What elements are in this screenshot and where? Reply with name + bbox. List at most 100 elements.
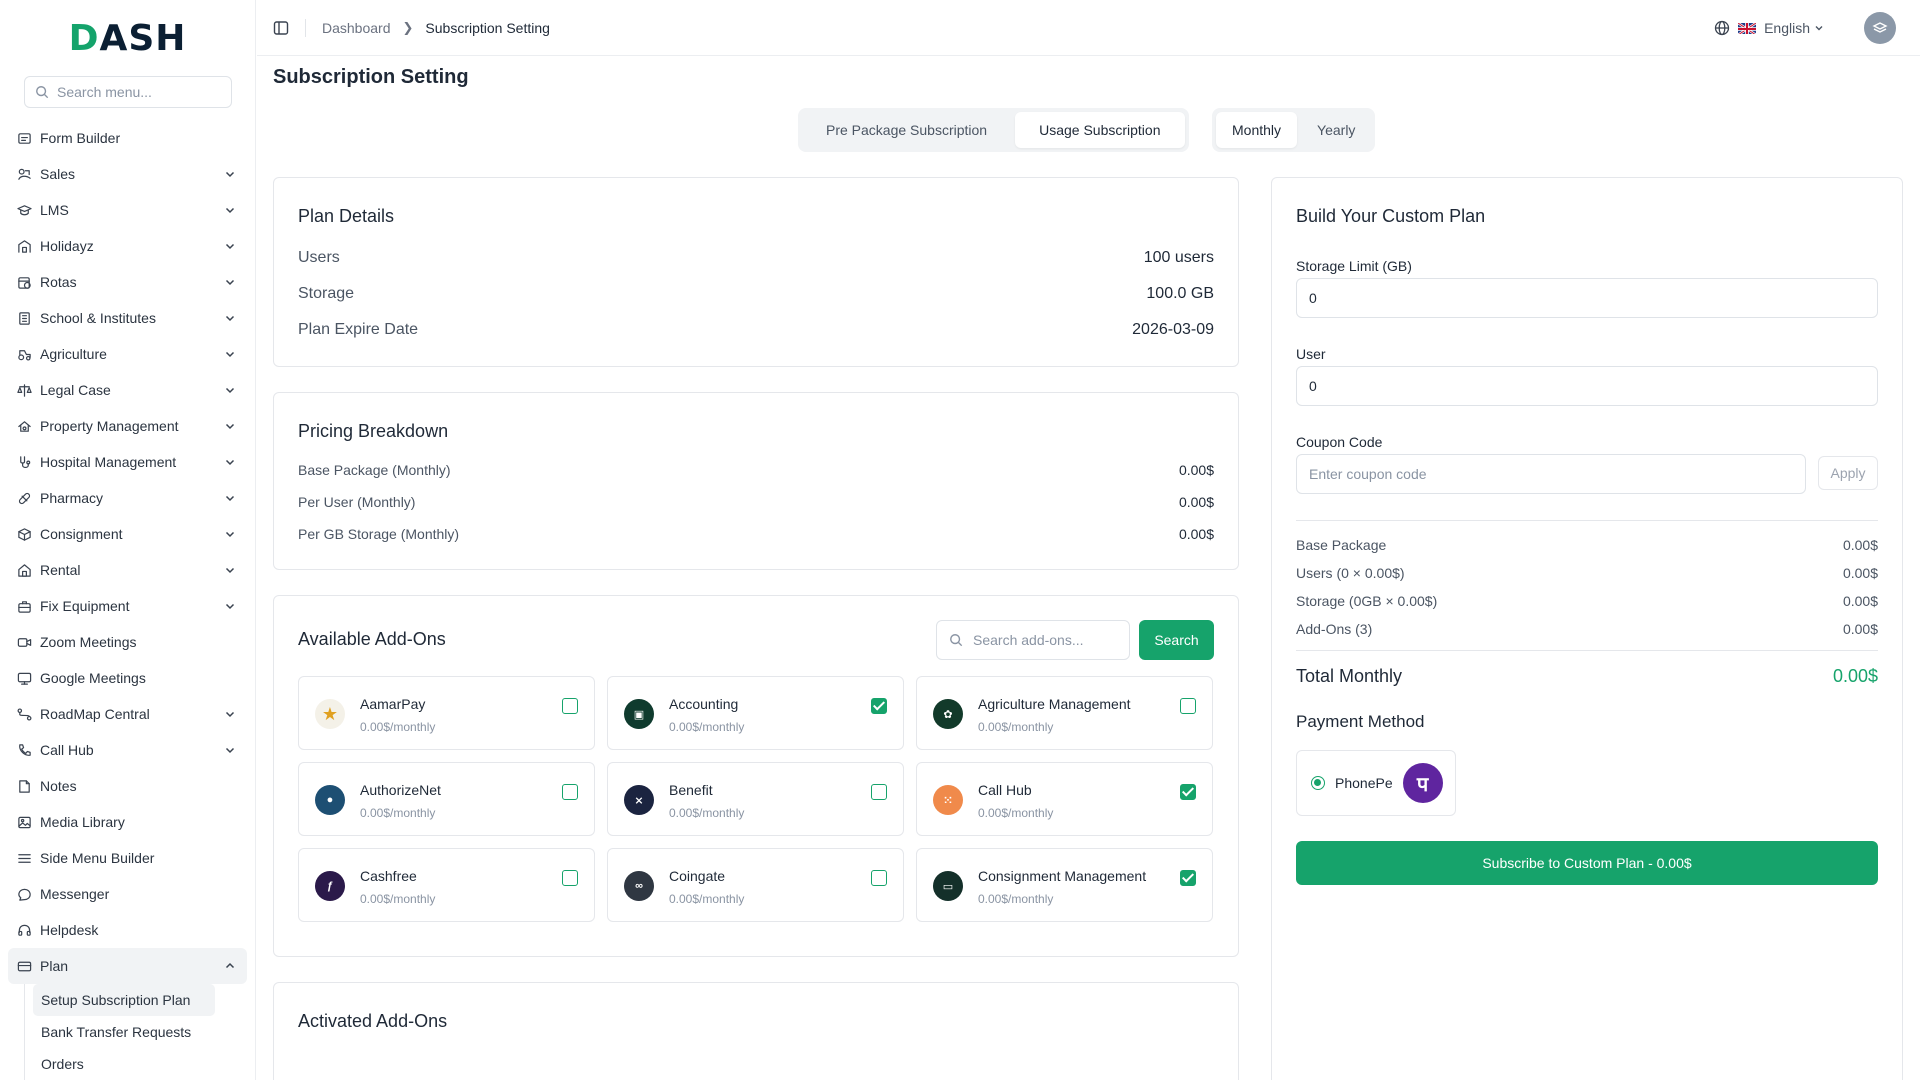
- plan-subitem-setup-subscription-plan[interactable]: Setup Subscription Plan: [33, 984, 215, 1016]
- addon-checkbox[interactable]: [1180, 698, 1196, 714]
- addon-search-button[interactable]: Search: [1139, 620, 1214, 660]
- addon-checkbox[interactable]: [871, 870, 887, 886]
- addon-price: 0.00$/monthly: [978, 892, 1054, 906]
- topbar: Dashboard ❯ Subscription Setting English: [257, 0, 1920, 56]
- sidebar-item-side-menu-builder[interactable]: Side Menu Builder: [8, 840, 247, 876]
- sidebar-item-label: Holidayz: [40, 238, 94, 254]
- language-label: English: [1764, 20, 1810, 36]
- chevron-down-icon[interactable]: [223, 455, 237, 469]
- user-input[interactable]: 0: [1296, 366, 1878, 406]
- sidebar-item-holidayz[interactable]: Holidayz: [8, 228, 247, 264]
- logo[interactable]: DASH: [0, 0, 255, 76]
- tab-monthly[interactable]: Monthly: [1216, 112, 1298, 148]
- chevron-down-icon[interactable]: [223, 563, 237, 577]
- chevron-down-icon[interactable]: [223, 707, 237, 721]
- roadmap-icon: [16, 706, 32, 722]
- plan-row-label: Users: [298, 249, 340, 266]
- addon-card[interactable]: ∞ Coingate 0.00$/monthly: [607, 848, 904, 922]
- chevron-down-icon[interactable]: [223, 383, 237, 397]
- addon-checkbox[interactable]: [871, 784, 887, 800]
- sidebar-item-rental[interactable]: Rental: [8, 552, 247, 588]
- sidebar-item-legal-case[interactable]: Legal Case: [8, 372, 247, 408]
- coupon-code-input[interactable]: Enter coupon code: [1296, 454, 1806, 494]
- addon-price: 0.00$/monthly: [978, 720, 1054, 734]
- addon-checkbox[interactable]: [1180, 784, 1196, 800]
- sidebar-item-agriculture[interactable]: Agriculture: [8, 336, 247, 372]
- sidebar-item-zoom-meetings[interactable]: Zoom Meetings: [8, 624, 247, 660]
- addon-price: 0.00$/monthly: [360, 806, 436, 820]
- chevron-down-icon[interactable]: [223, 239, 237, 253]
- chevron-down-icon[interactable]: [223, 347, 237, 361]
- tab-usage[interactable]: Usage Subscription: [1015, 112, 1185, 148]
- addon-card[interactable]: ƒ Cashfree 0.00$/monthly: [298, 848, 595, 922]
- sidebar-item-form-builder[interactable]: Form Builder: [8, 120, 247, 156]
- chevron-down-icon[interactable]: [223, 743, 237, 757]
- summary-row: Storage (0GB × 0.00$) 0.00$: [1296, 593, 1878, 609]
- sidebar-item-consignment[interactable]: Consignment: [8, 516, 247, 552]
- payment-radio[interactable]: [1311, 776, 1325, 790]
- plan-subitem-orders[interactable]: Orders: [33, 1048, 255, 1080]
- tab-yearly[interactable]: Yearly: [1301, 112, 1371, 148]
- chevron-down-icon[interactable]: [223, 599, 237, 613]
- addon-checkbox[interactable]: [562, 698, 578, 714]
- sidebar-item-pharmacy[interactable]: Pharmacy: [8, 480, 247, 516]
- addon-checkbox[interactable]: [871, 698, 887, 714]
- chevron-down-icon[interactable]: [223, 527, 237, 541]
- plan-row-storage: Storage 100.0 GB: [298, 285, 1214, 303]
- addon-search-input[interactable]: Search add-ons...: [936, 620, 1130, 660]
- addon-checkbox[interactable]: [562, 870, 578, 886]
- sidebar-search-input[interactable]: Search menu...: [24, 76, 232, 108]
- sidebar-item-rotas[interactable]: Rotas: [8, 264, 247, 300]
- tractor-icon: [16, 346, 32, 362]
- sidebar-item-google-meetings[interactable]: Google Meetings: [8, 660, 247, 696]
- sidebar-item-roadmap-central[interactable]: RoadMap Central: [8, 696, 247, 732]
- breadcrumb-current: Subscription Setting: [425, 19, 550, 36]
- addon-logo-icon: ▭: [933, 871, 963, 901]
- chevron-down-icon[interactable]: [223, 203, 237, 217]
- addon-card[interactable]: ● AuthorizeNet 0.00$/monthly: [298, 762, 595, 836]
- sidebar-item-hospital-management[interactable]: Hospital Management: [8, 444, 247, 480]
- addon-card[interactable]: ⨯ Benefit 0.00$/monthly: [607, 762, 904, 836]
- plan-subitem-bank-transfer-requests[interactable]: Bank Transfer Requests: [33, 1016, 255, 1048]
- plan-submenu: Setup Subscription Plan Bank Transfer Req…: [24, 984, 255, 1080]
- storage-limit-input[interactable]: 0: [1296, 278, 1878, 318]
- addon-card[interactable]: ▭ Consignment Management 0.00$/monthly: [916, 848, 1213, 922]
- sidebar-item-helpdesk[interactable]: Helpdesk: [8, 912, 247, 948]
- addon-logo-icon: ✿: [933, 699, 963, 729]
- sidebar-item-call-hub[interactable]: Call Hub: [8, 732, 247, 768]
- sidebar-item-school-institutes[interactable]: School & Institutes: [8, 300, 247, 336]
- tab-pre-package[interactable]: Pre Package Subscription: [802, 112, 1011, 148]
- chevron-down-icon[interactable]: [223, 275, 237, 289]
- sidebar-item-media-library[interactable]: Media Library: [8, 804, 247, 840]
- user-avatar[interactable]: [1864, 12, 1896, 44]
- sidebar-item-notes[interactable]: Notes: [8, 768, 247, 804]
- chevron-down-icon[interactable]: [223, 167, 237, 181]
- addon-search-placeholder: Search add-ons...: [973, 632, 1084, 648]
- addon-card[interactable]: ▣ Accounting 0.00$/monthly: [607, 676, 904, 750]
- language-selector[interactable]: English: [1764, 20, 1824, 36]
- sidebar-item-label: Hospital Management: [40, 454, 177, 470]
- sidebar-item-property-management[interactable]: Property Management: [8, 408, 247, 444]
- chevron-down-icon[interactable]: [223, 491, 237, 505]
- sidebar-item-sales[interactable]: Sales: [8, 156, 247, 192]
- sidebar-item-plan[interactable]: Plan: [8, 948, 247, 984]
- chevron-down-icon[interactable]: [223, 311, 237, 325]
- sidebar-toggle-icon[interactable]: [273, 20, 289, 36]
- addon-card[interactable]: ⁙ Call Hub 0.00$/monthly: [916, 762, 1213, 836]
- sidebar-menu: Form Builder Sales LMS Holidayz Rotas School …: [0, 120, 255, 984]
- addon-checkbox[interactable]: [1180, 870, 1196, 886]
- payment-option-phonepe[interactable]: PhonePe प: [1296, 750, 1456, 816]
- addon-checkbox[interactable]: [562, 784, 578, 800]
- chevron-up-icon[interactable]: [223, 959, 237, 973]
- breadcrumb-dashboard[interactable]: Dashboard: [322, 20, 391, 36]
- sidebar-item-messenger[interactable]: Messenger: [8, 876, 247, 912]
- addon-card[interactable]: ✿ Agriculture Management 0.00$/monthly: [916, 676, 1213, 750]
- sidebar-item-fix-equipment[interactable]: Fix Equipment: [8, 588, 247, 624]
- summary-value: 0.00$: [1842, 593, 1878, 609]
- addon-card[interactable]: ★ AamarPay 0.00$/monthly: [298, 676, 595, 750]
- subscribe-custom-plan-button[interactable]: Subscribe to Custom Plan - 0.00$: [1296, 841, 1878, 885]
- sidebar-item-lms[interactable]: LMS: [8, 192, 247, 228]
- chevron-down-icon[interactable]: [223, 419, 237, 433]
- apply-coupon-button[interactable]: Apply: [1818, 456, 1878, 490]
- total-divider: [1296, 650, 1878, 651]
